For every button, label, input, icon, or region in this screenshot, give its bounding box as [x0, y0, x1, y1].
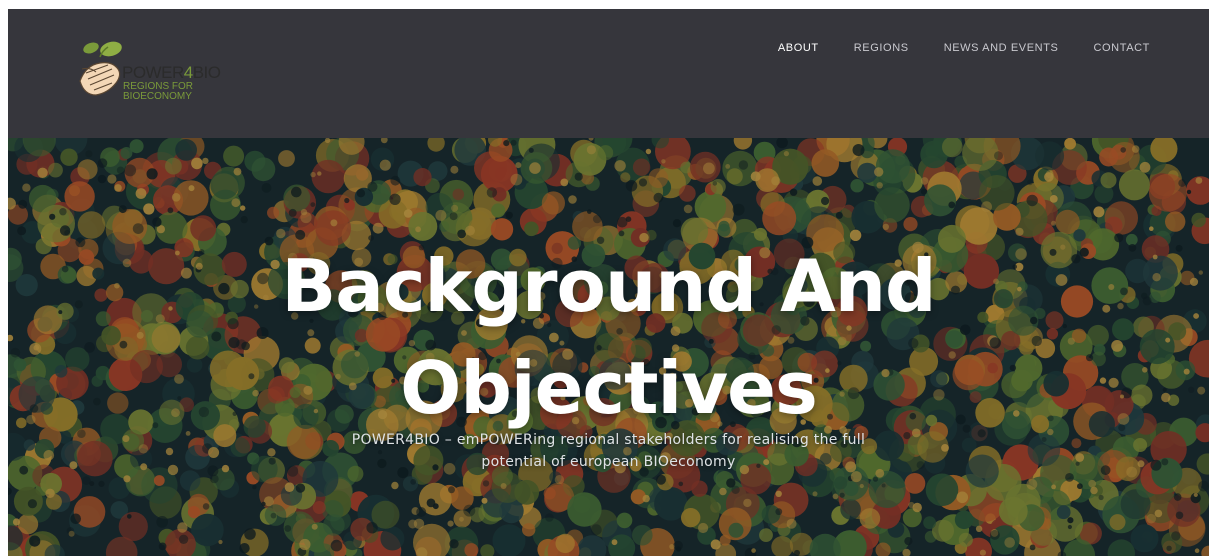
- hero-title-line2: Objectives: [400, 346, 818, 430]
- nav-item-news-and-events[interactable]: NEWS AND EVENTS: [944, 42, 1059, 54]
- hero-title: Background And Objectives: [208, 235, 1009, 439]
- logo-wordmark-bio: BIO: [192, 63, 221, 82]
- page-frame: POWER4BIO REGIONS FOR BIOECONOMY ABOUT R…: [8, 9, 1209, 556]
- hero-subtitle: POWER4BIO – emPOWERing regional stakehol…: [308, 429, 909, 473]
- logo-tagline-line2: BIOECONOMY: [123, 91, 192, 102]
- main-nav: ABOUT REGIONS NEWS AND EVENTS CONTACT: [778, 42, 1150, 54]
- power4bio-logo[interactable]: POWER4BIO REGIONS FOR BIOECONOMY: [78, 39, 228, 109]
- logo-wordmark-four: 4: [183, 63, 193, 82]
- hero-subtitle-line1: POWER4BIO – emPOWERing regional stakehol…: [351, 432, 866, 448]
- logo-wordmark-power: POWER: [122, 63, 184, 82]
- nav-item-contact[interactable]: CONTACT: [1093, 42, 1150, 54]
- nav-item-regions[interactable]: REGIONS: [854, 42, 909, 54]
- hero-title-line1: Background And: [281, 244, 936, 328]
- site-header: POWER4BIO REGIONS FOR BIOECONOMY ABOUT R…: [8, 9, 1209, 138]
- logo-tagline: REGIONS FOR BIOECONOMY: [123, 82, 193, 102]
- hero-subtitle-line2: potential of european BIOeconomy: [481, 454, 736, 470]
- hero-banner: Background And Objectives POWER4BIO – em…: [8, 138, 1209, 556]
- logo-wordmark: POWER4BIO: [122, 63, 221, 83]
- nav-item-about[interactable]: ABOUT: [778, 42, 819, 54]
